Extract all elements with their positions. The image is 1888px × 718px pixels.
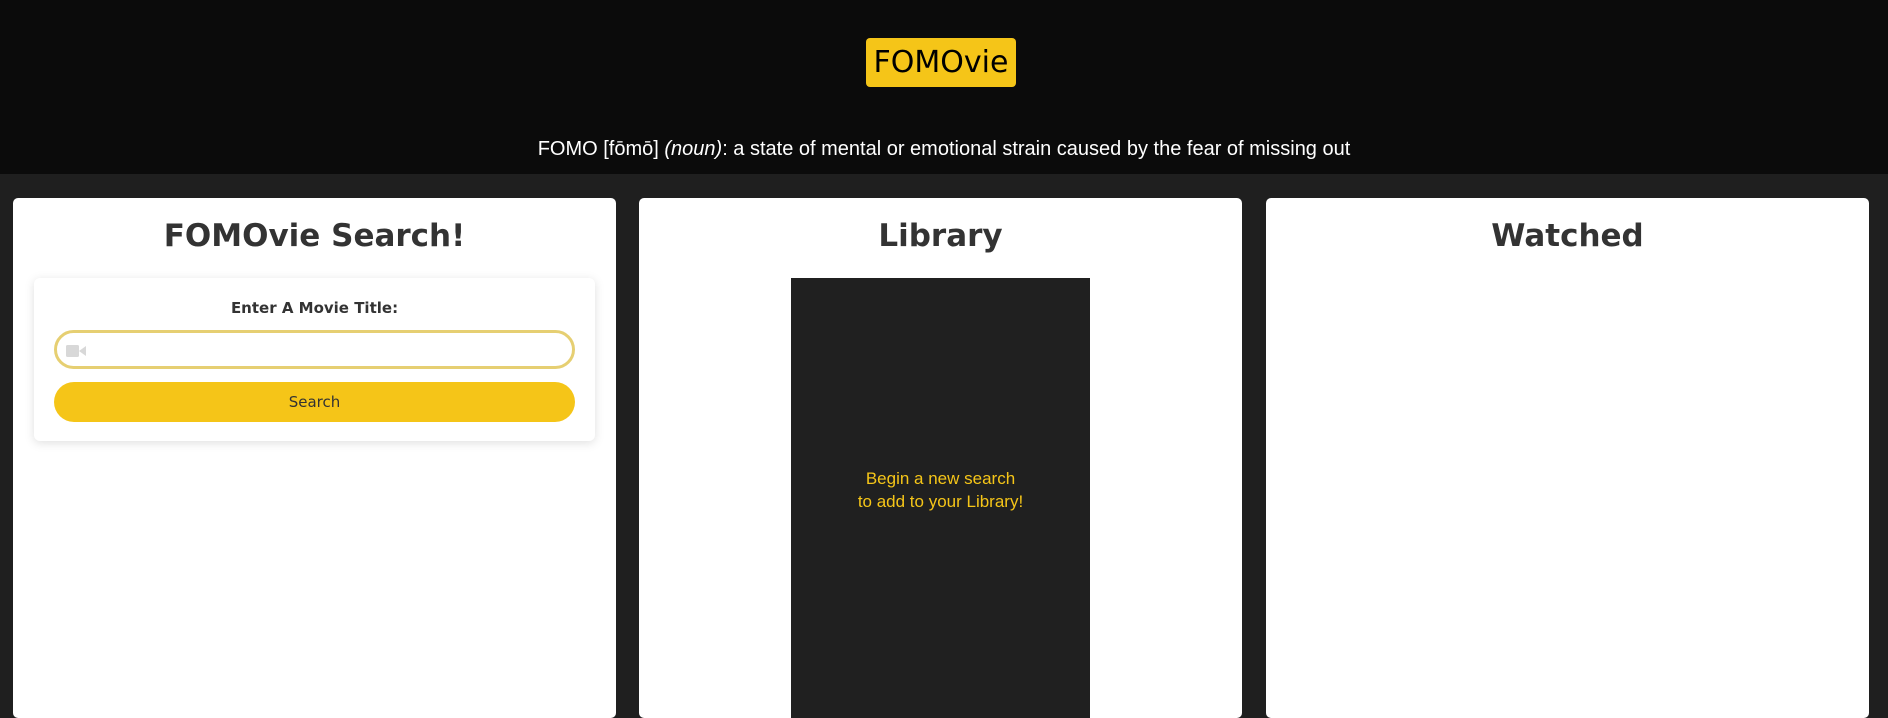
movie-title-label: Enter A Movie Title: bbox=[230, 299, 399, 317]
library-empty-card: Begin a new search to add to your Librar… bbox=[791, 278, 1090, 718]
library-panel: Library Begin a new search to add to you… bbox=[639, 198, 1242, 718]
library-empty-line-2: to add to your Library! bbox=[857, 492, 1024, 511]
site-header: FOMOvie FOMO [fōmō] (noun): a state of m… bbox=[0, 0, 1888, 174]
watched-panel-title: Watched bbox=[1491, 218, 1644, 254]
video-camera-icon bbox=[66, 345, 86, 357]
site-logo[interactable]: FOMOvie bbox=[866, 38, 1016, 87]
watched-panel: Watched bbox=[1266, 198, 1869, 718]
search-form: Enter A Movie Title: Search bbox=[34, 278, 595, 441]
library-panel-title: Library bbox=[878, 218, 1003, 254]
search-panel: FOMOvie Search! Enter A Movie Title: Sea… bbox=[13, 198, 616, 718]
search-input-container[interactable] bbox=[54, 330, 575, 369]
tagline-definition: : a state of mental or emotional strain … bbox=[722, 138, 1351, 160]
library-empty-line-1: Begin a new search bbox=[865, 469, 1016, 488]
search-panel-title: FOMOvie Search! bbox=[163, 218, 466, 254]
tagline: FOMO [fōmō] (noun): a state of mental or… bbox=[0, 136, 1888, 162]
tagline-term: FOMO [fōmō] bbox=[537, 138, 665, 160]
movie-title-input[interactable] bbox=[93, 335, 563, 364]
library-empty-message: Begin a new search to add to your Librar… bbox=[791, 467, 1090, 513]
search-button[interactable]: Search bbox=[54, 382, 575, 422]
tagline-part-of-speech: (noun) bbox=[664, 138, 723, 160]
